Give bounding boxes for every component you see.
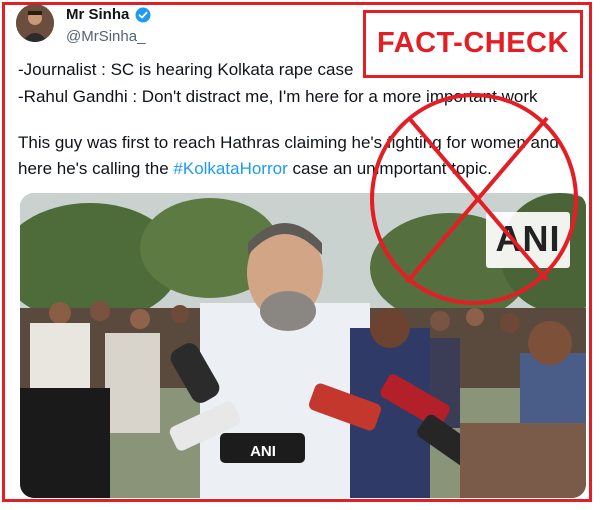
ani-watermark-text: ANI <box>495 218 561 259</box>
ani-watermark: ANI <box>486 212 570 268</box>
hashtag-link[interactable]: #KolkataHorror <box>173 159 287 178</box>
fact-check-stamp: FACT-CHECK <box>363 10 583 78</box>
tweet-line-3: This guy was first to reach Hathras clai… <box>18 133 559 152</box>
tweet-line-2: -Rahul Gandhi : Don't distract me, I'm h… <box>18 87 538 106</box>
mic-label: ANI <box>250 443 276 460</box>
tweet-line-4: here he's calling the #KolkataHorror cas… <box>18 159 492 179</box>
verified-badge-icon <box>135 7 151 23</box>
tweet-line-1: -Journalist : SC is hearing Kolkata rape… <box>18 60 354 79</box>
tweet-line-4-prefix: here he's calling the <box>18 159 174 178</box>
profile-avatar-icon <box>16 4 54 42</box>
avatar[interactable] <box>16 4 54 42</box>
author-name[interactable]: Mr Sinha <box>66 6 129 23</box>
fact-check-label: FACT-CHECK <box>377 27 569 59</box>
author-handle[interactable]: @MrSinha_ <box>66 28 145 45</box>
tweet-line-4-suffix: case an unimportant topic. <box>287 159 492 178</box>
